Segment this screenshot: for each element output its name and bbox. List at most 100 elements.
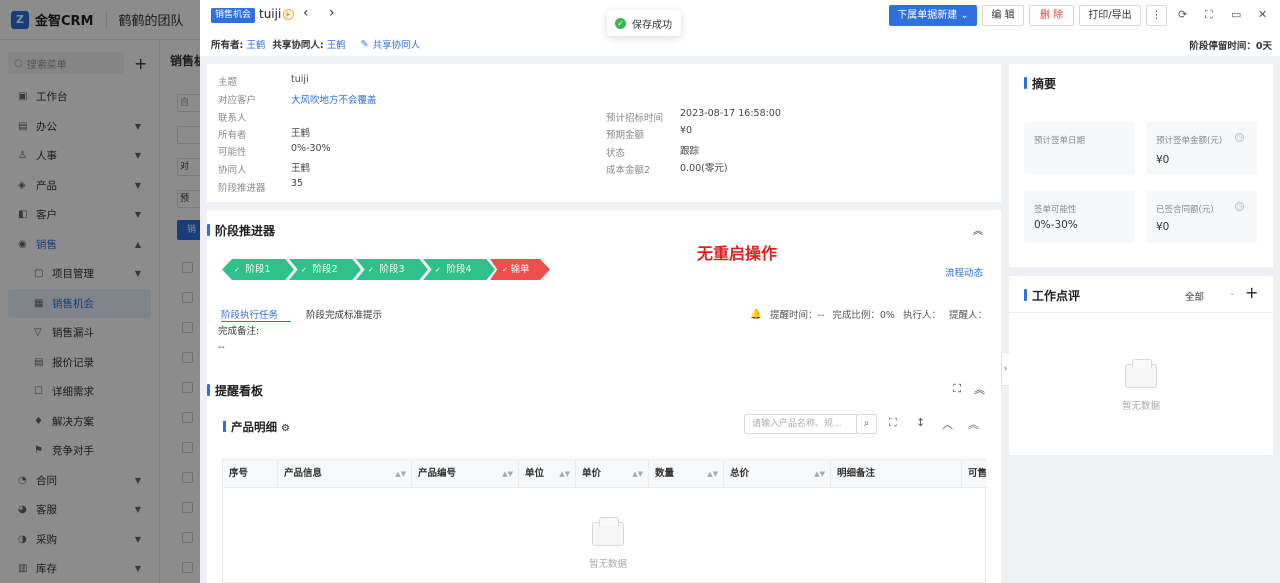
expand-icon[interactable]: ⛶ xyxy=(953,382,961,396)
sort-icon: ▲▼ xyxy=(395,470,406,478)
edit-button[interactable]: 编 辑 xyxy=(982,5,1024,26)
clock-icon: ◷ xyxy=(1235,202,1244,211)
chevron-up-icon[interactable]: ︿ xyxy=(942,416,953,432)
row-height-icon[interactable]: ↕ xyxy=(916,416,925,429)
completion-note-label: 完成备注: xyxy=(218,326,260,337)
sort-icon: ▲▼ xyxy=(814,470,825,478)
chevron-down-icon[interactable]: ⌄ xyxy=(1229,288,1236,297)
settings-icon[interactable]: ⚙ xyxy=(281,423,290,434)
check-icon: ✓ xyxy=(234,266,240,274)
collapse-up-icon[interactable]: ︽ xyxy=(973,222,983,237)
field-label: 预计招标时间 xyxy=(606,113,664,124)
shared-link[interactable]: 王鹤 xyxy=(327,37,346,51)
add-review-icon[interactable]: + xyxy=(1245,283,1258,302)
play-icon[interactable]: ▶ xyxy=(283,9,294,20)
column-header[interactable]: 产品编号 ▲▼ xyxy=(412,460,519,488)
reminder: 提醒人： xyxy=(948,310,987,321)
column-label: 数量 xyxy=(655,468,675,479)
delete-button[interactable]: 删 除 xyxy=(1029,5,1074,26)
prev-record-icon[interactable]: ‹ xyxy=(303,5,309,21)
field-status: 状态 跟踪 xyxy=(606,145,699,159)
record-type-badge: 销售机会 xyxy=(211,8,256,23)
summary-title: 摘要 xyxy=(1024,75,1056,92)
check-icon: ✓ xyxy=(435,266,441,274)
column-header[interactable]: 产品信息 ▲▼ xyxy=(278,460,412,488)
work-review-card: 工作点评 全部 ⌄ + 暂无数据 xyxy=(1009,276,1273,455)
completion-note-value: -- xyxy=(218,342,225,353)
field-label: 主题 xyxy=(218,77,238,88)
reminder-board-card: 提醒看板 ⛶ ︽ 产品明细 ⚙ 请输入产品名称、规... ⌕ ⛶ ↕ ︿ ︽ 序… xyxy=(207,378,1001,583)
field-contact: 联系人 xyxy=(218,110,247,124)
share-collaborator-link[interactable]: 共享协同人 xyxy=(373,37,421,51)
stat-label: 签单可能性 xyxy=(1034,205,1077,215)
column-header[interactable]: 单价 ▲▼ xyxy=(576,460,649,488)
opportunity-detail-drawer: 销售机会 tuiji ▶ ‹ › ✓ 保存成功 下属单据新建 ⌄ 编 辑 删 除… xyxy=(200,0,1280,583)
review-filter-select[interactable]: 全部 xyxy=(1185,289,1204,303)
product-detail-label: 产品明细 xyxy=(231,420,277,434)
field-expected-amount: 预期金额 ¥0 xyxy=(606,125,692,141)
clock-icon: ◷ xyxy=(1235,133,1244,142)
field-value: 跟踪 xyxy=(680,146,700,157)
stage-bar: 阶段1 ✓ 阶段2 ✓ 阶段3 ✓ 阶段4 ✓ 输单 ✓ xyxy=(222,259,545,280)
stage-step-2[interactable]: 阶段2 ✓ xyxy=(289,259,361,280)
field-stage-advancer: 阶段推进器 35 xyxy=(218,178,303,194)
field-label: 对应客户 xyxy=(218,95,257,106)
field-probability: 可能性 0%-30% xyxy=(218,143,331,158)
shared-label: 共享协同人: xyxy=(272,40,324,51)
field-label: 阶段推进器 xyxy=(218,183,266,194)
field-cost-amount: 成本金额2 0.00(零元) xyxy=(606,162,728,176)
empty-state: 暂无数据 xyxy=(1101,359,1181,412)
field-label: 可能性 xyxy=(218,147,247,158)
stage-step-1[interactable]: 阶段1 ✓ xyxy=(222,259,294,280)
stat-value: 0%-30% xyxy=(1034,219,1078,231)
refresh-icon[interactable]: ⟳ xyxy=(1178,8,1187,21)
collapse-up-icon[interactable]: ︽ xyxy=(968,416,979,432)
new-sub-document-button[interactable]: 下属单据新建 ⌄ xyxy=(889,5,977,26)
customer-link[interactable]: 大风吹地方不会覆盖 xyxy=(291,92,377,106)
check-icon: ✓ xyxy=(502,266,508,274)
product-search-input[interactable]: 请输入产品名称、规... xyxy=(744,414,857,434)
field-label: 成本金额2 xyxy=(606,165,651,176)
stat-label: 预计签单日期 xyxy=(1034,136,1086,146)
search-icon[interactable]: ⌕ xyxy=(856,414,877,434)
column-label: 明细备注 xyxy=(837,468,876,479)
tab-stage-tasks[interactable]: 阶段执行任务 xyxy=(221,307,278,321)
fullscreen-icon[interactable]: ⛶ xyxy=(889,416,897,430)
column-label: 总价 xyxy=(730,468,750,479)
window-icon[interactable]: ▭ xyxy=(1231,8,1241,21)
field-collaborator: 协同人 王鹤 xyxy=(218,162,310,176)
stage-step-lose[interactable]: 输单 ✓ xyxy=(490,259,550,280)
field-value: 0%-30% xyxy=(291,143,331,154)
next-record-icon[interactable]: › xyxy=(329,5,335,21)
stage-step-4[interactable]: 阶段4 ✓ xyxy=(423,259,495,280)
field-value: 王鹤 xyxy=(291,128,311,139)
stage-step-3[interactable]: 阶段3 ✓ xyxy=(356,259,428,280)
summary-card: 摘要 预计签单日期 预计签单金额(元) ◷ ¥0 签单可能性 0%-30% 已签… xyxy=(1009,64,1273,267)
column-header[interactable]: 总价 ▲▼ xyxy=(724,460,831,488)
stage-stay-time: 阶段停留时间：0天 xyxy=(1189,41,1272,52)
column-header[interactable]: 数量 ▲▼ xyxy=(649,460,724,488)
sort-icon: ▲▼ xyxy=(707,470,718,478)
column-label: 可售 xyxy=(968,468,988,479)
field-customer: 对应客户 大风吹地方不会覆盖 xyxy=(218,92,377,106)
column-header[interactable]: 单位 ▲▼ xyxy=(519,460,576,488)
collapse-up-icon[interactable]: ︽ xyxy=(974,381,985,397)
tab-completion-standard[interactable]: 阶段完成标准提示 xyxy=(306,307,382,321)
toast-success: ✓ 保存成功 xyxy=(607,10,681,36)
close-icon[interactable]: ✕ xyxy=(1258,8,1267,21)
fullscreen-icon[interactable]: ⛶ xyxy=(1205,8,1213,22)
stat-sign-probability: 签单可能性 0%-30% xyxy=(1024,191,1135,243)
print-export-button[interactable]: 打印/导出 xyxy=(1079,5,1141,26)
sort-icon: ▲▼ xyxy=(502,470,513,478)
field-value: tuiji xyxy=(291,74,309,85)
remind-time: 提醒时间：-- xyxy=(770,310,825,321)
stat-label: 已签合同额(元) xyxy=(1156,205,1214,215)
record-name: tuiji xyxy=(259,7,282,21)
empty-state: 暂无数据 xyxy=(568,517,648,570)
flow-dynamics-link[interactable]: 流程动态 xyxy=(945,265,983,279)
owner-link[interactable]: 王鹤 xyxy=(246,37,265,51)
stage-label: 阶段1 xyxy=(245,264,271,275)
active-tab-underline xyxy=(221,321,291,322)
more-button[interactable]: ⋮ xyxy=(1146,5,1167,26)
empty-text: 暂无数据 xyxy=(588,559,627,570)
